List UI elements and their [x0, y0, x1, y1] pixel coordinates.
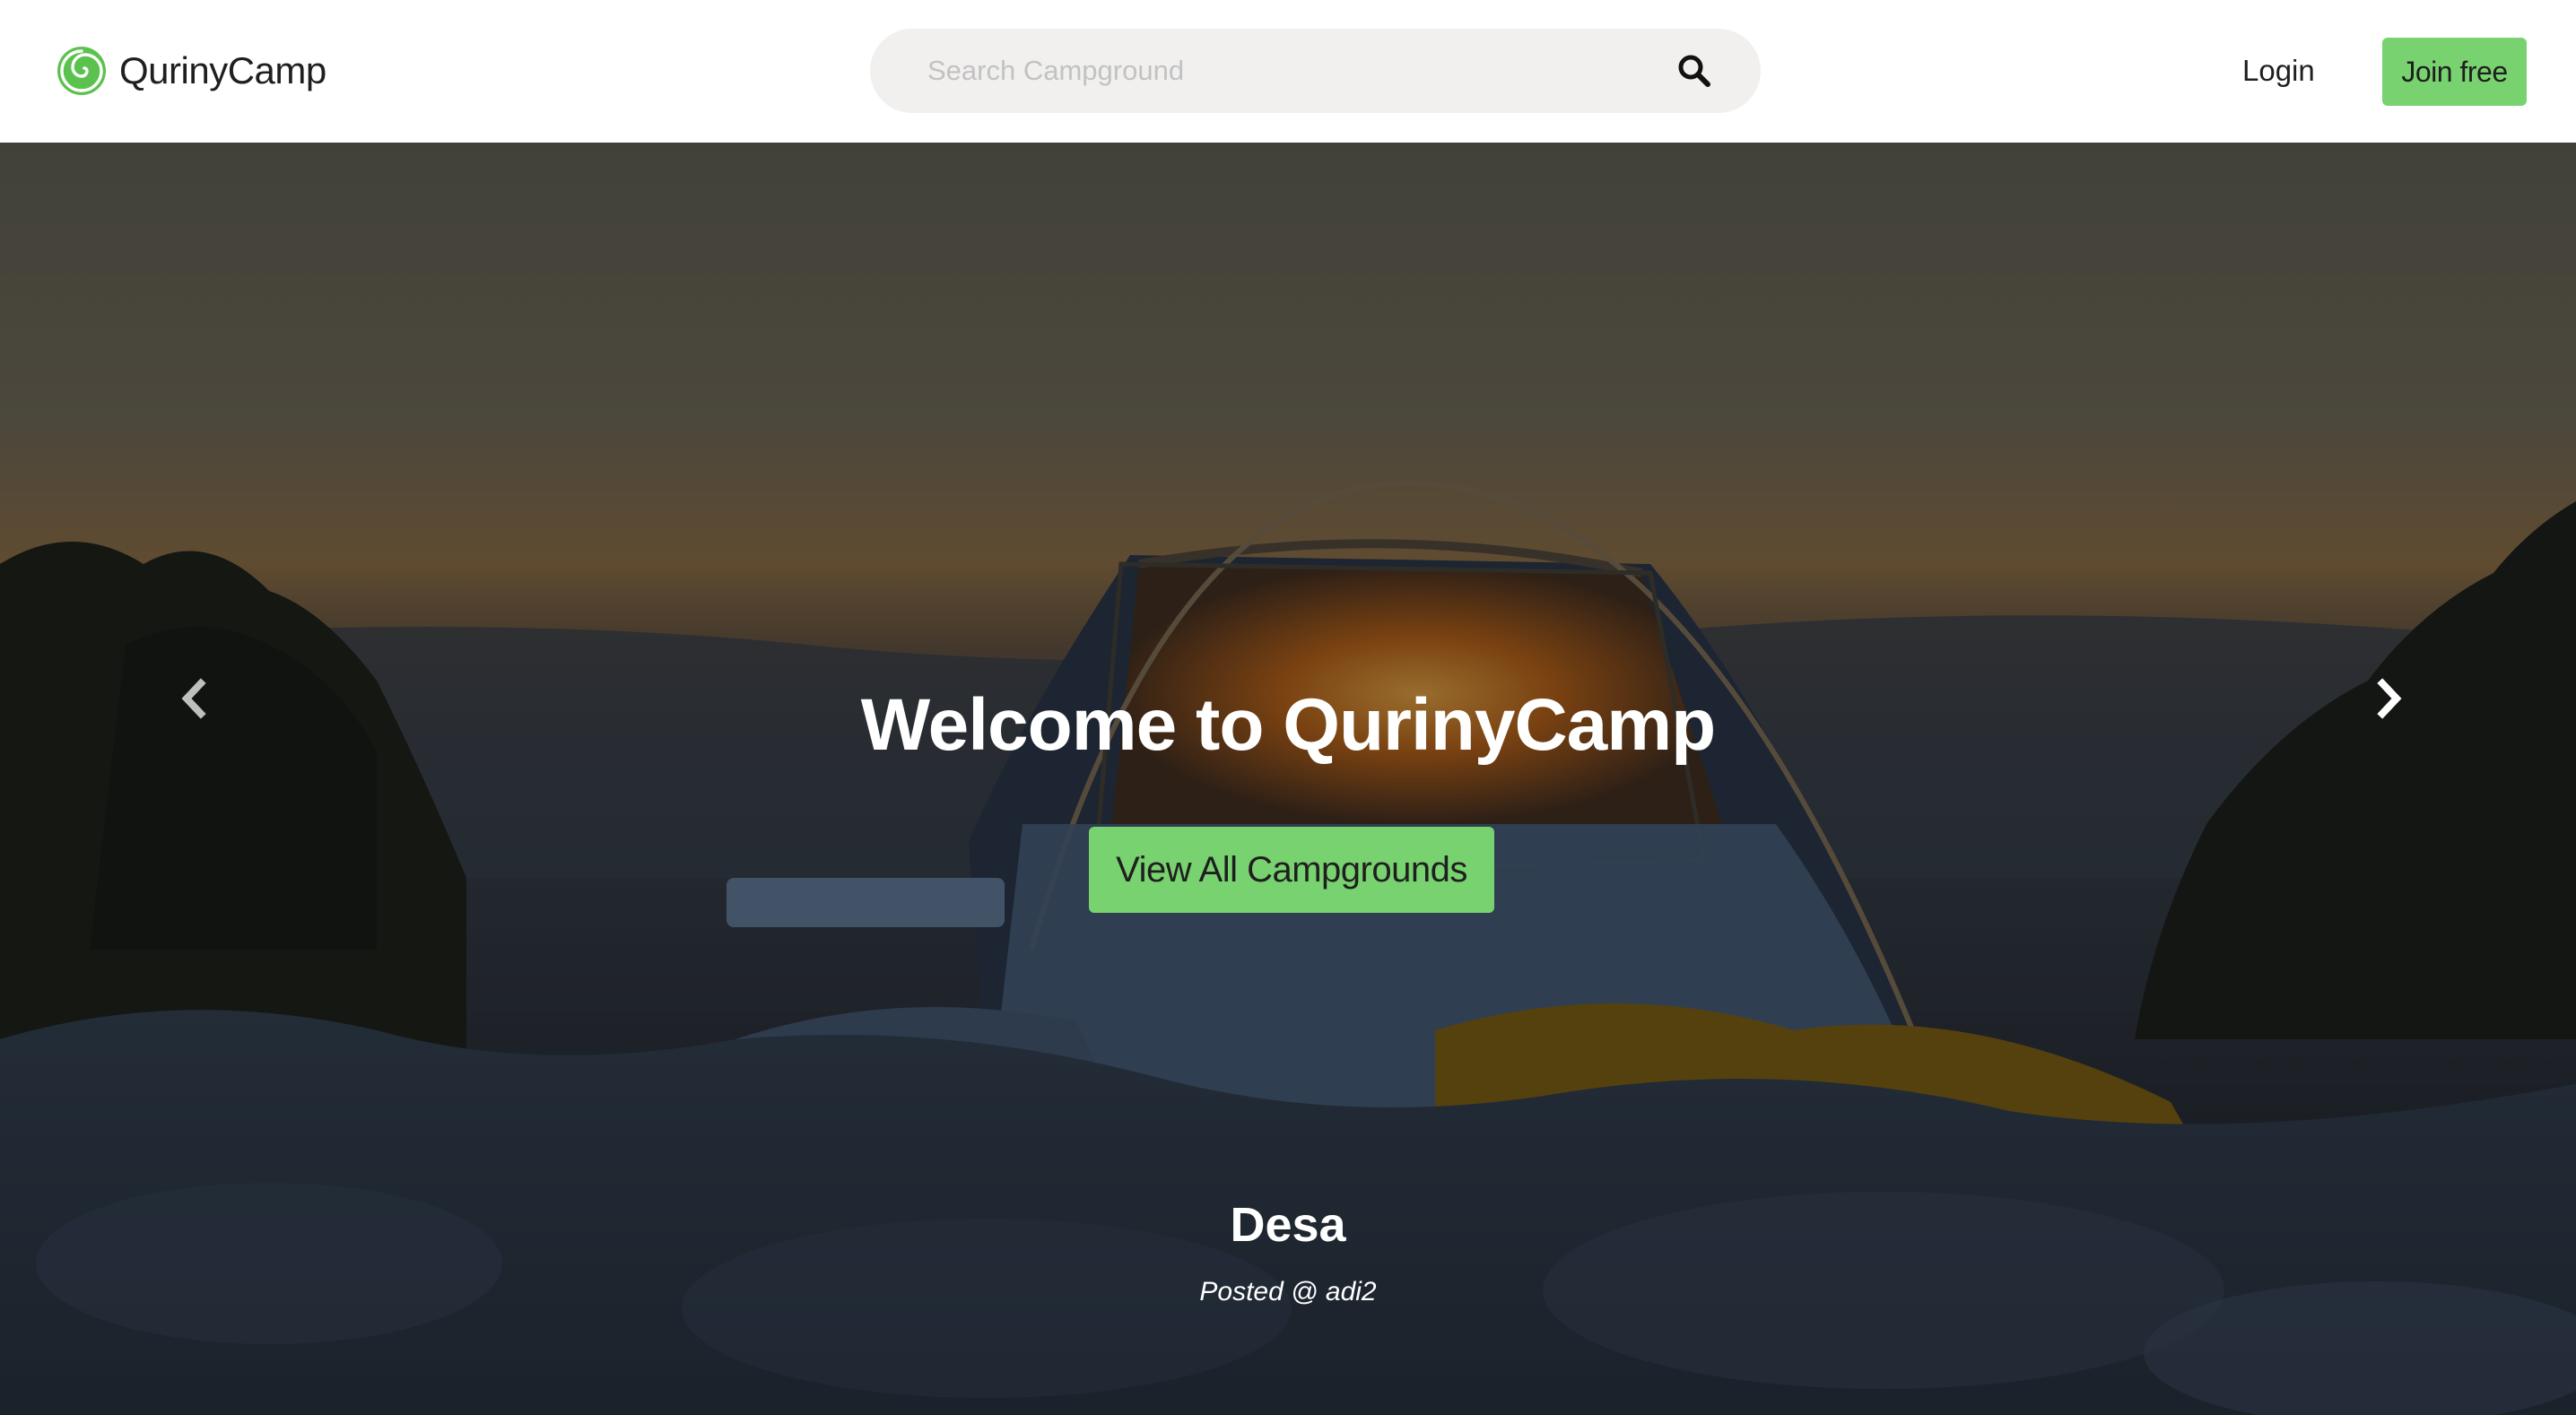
- navbar: QurinyCamp Login Join free: [0, 0, 2576, 143]
- hero-carousel: Welcome to QurinyCamp View All Campgroun…: [0, 143, 2576, 1415]
- login-link[interactable]: Login: [2242, 47, 2315, 95]
- search-bar: [870, 29, 1761, 113]
- view-all-campgrounds-button[interactable]: View All Campgrounds: [1089, 827, 1494, 913]
- search-icon[interactable]: [1677, 54, 1711, 88]
- join-free-button[interactable]: Join free: [2382, 38, 2527, 106]
- hero-title: Welcome to QurinyCamp: [860, 684, 1717, 766]
- brand-name: QurinyCamp: [119, 49, 326, 91]
- search-input[interactable]: [870, 29, 1677, 113]
- brand-link[interactable]: QurinyCamp: [57, 43, 326, 99]
- carousel-caption-subtitle: Posted @ adi2: [1199, 1277, 1377, 1306]
- spiral-logo-icon: [57, 47, 106, 95]
- carousel-caption-title: Desa: [1230, 1198, 1346, 1252]
